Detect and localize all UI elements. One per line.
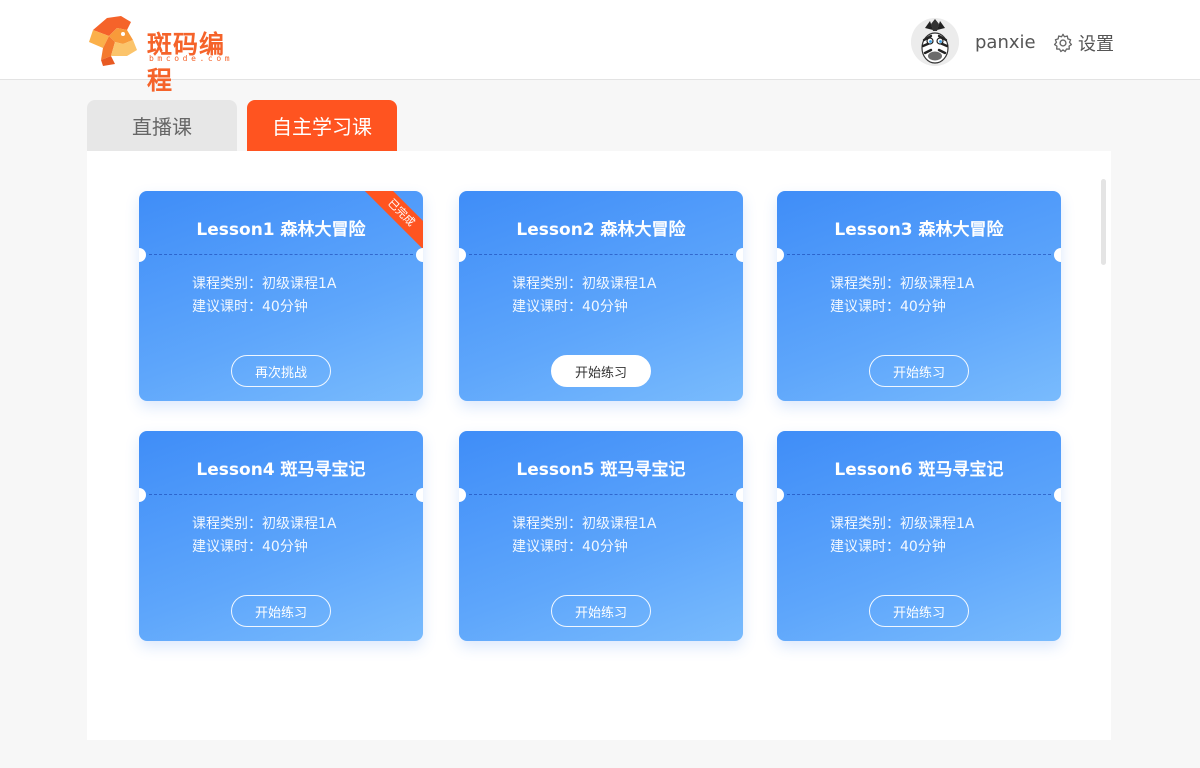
- settings-label: 设置: [1078, 34, 1114, 55]
- brand-logo[interactable]: 斑码编程 bmcode.com: [87, 14, 247, 95]
- zebra-logo-icon: [89, 16, 137, 66]
- lesson-card-5[interactable]: Lesson5 斑马寻宝记 课程类别：初级课程1A 建议课时：40分钟 开始练习: [459, 431, 743, 641]
- start-practice-button[interactable]: 开始练习: [869, 355, 969, 387]
- lesson-duration: 建议课时：40分钟: [512, 299, 628, 315]
- ticket-notch-left: [139, 248, 146, 262]
- ticket-notch-right: [736, 488, 743, 502]
- card-divider: [149, 254, 413, 255]
- lesson-category: 课程类别：初级课程1A: [512, 276, 657, 292]
- lesson-duration: 建议课时：40分钟: [512, 539, 628, 555]
- ticket-notch-left: [459, 488, 466, 502]
- gear-icon: [1053, 33, 1073, 53]
- lesson-category: 课程类别：初级课程1A: [830, 276, 975, 292]
- start-practice-button[interactable]: 开始练习: [551, 595, 651, 627]
- user-avatar[interactable]: [911, 18, 959, 66]
- lesson-title: Lesson1 森林大冒险: [196, 220, 366, 240]
- card-divider: [787, 494, 1051, 495]
- lesson-category: 课程类别：初级课程1A: [830, 516, 975, 532]
- lesson-category: 课程类别：初级课程1A: [192, 276, 337, 292]
- logo-subtext: bmcode.com: [149, 54, 234, 63]
- panel-scrollbar[interactable]: [1101, 179, 1106, 265]
- retry-button[interactable]: 再次挑战: [231, 355, 331, 387]
- lesson-duration: 建议课时：40分钟: [830, 539, 946, 555]
- top-header: 斑码编程 bmcode.com panxie 设置: [0, 0, 1200, 95]
- lesson-duration: 建议课时：40分钟: [192, 539, 308, 555]
- settings-button[interactable]: 设置: [1052, 31, 1114, 55]
- lesson-card-2[interactable]: Lesson2 森林大冒险 课程类别：初级课程1A 建议课时：40分钟 开始练习: [459, 191, 743, 401]
- start-practice-button[interactable]: 开始练习: [869, 595, 969, 627]
- lesson-card-3[interactable]: Lesson3 森林大冒险 课程类别：初级课程1A 建议课时：40分钟 开始练习: [777, 191, 1061, 401]
- ticket-notch-left: [777, 248, 784, 262]
- start-practice-button[interactable]: 开始练习: [231, 595, 331, 627]
- ticket-notch-left: [459, 248, 466, 262]
- ticket-notch-left: [139, 488, 146, 502]
- zebra-avatar-icon: [911, 18, 959, 66]
- lesson-title: Lesson5 斑马寻宝记: [516, 460, 686, 480]
- card-divider: [469, 254, 733, 255]
- ticket-notch-right: [416, 488, 423, 502]
- card-divider: [469, 494, 733, 495]
- lesson-card-4[interactable]: Lesson4 斑马寻宝记 课程类别：初级课程1A 建议课时：40分钟 开始练习: [139, 431, 423, 641]
- ticket-notch-right: [416, 248, 423, 262]
- lesson-title: Lesson4 斑马寻宝记: [196, 460, 366, 480]
- start-practice-button[interactable]: 开始练习: [551, 355, 651, 387]
- lesson-category: 课程类别：初级课程1A: [192, 516, 337, 532]
- lesson-category: 课程类别：初级课程1A: [512, 516, 657, 532]
- ticket-notch-right: [736, 248, 743, 262]
- lesson-card-6[interactable]: Lesson6 斑马寻宝记 课程类别：初级课程1A 建议课时：40分钟 开始练习: [777, 431, 1061, 641]
- lesson-title: Lesson6 斑马寻宝记: [834, 460, 1004, 480]
- lesson-card-1[interactable]: Lesson1 森林大冒险 已完成 课程类别：初级课程1A 建议课时：40分钟 …: [139, 191, 423, 401]
- ticket-notch-right: [1054, 248, 1061, 262]
- username-label[interactable]: panxie: [975, 32, 1036, 53]
- ticket-notch-right: [1054, 488, 1061, 502]
- tab-live-class[interactable]: 直播课: [87, 100, 237, 151]
- card-divider: [149, 494, 413, 495]
- ticket-notch-left: [777, 488, 784, 502]
- lesson-duration: 建议课时：40分钟: [192, 299, 308, 315]
- card-divider: [787, 254, 1051, 255]
- lesson-title: Lesson3 森林大冒险: [834, 220, 1004, 240]
- lesson-duration: 建议课时：40分钟: [830, 299, 946, 315]
- lesson-title: Lesson2 森林大冒险: [516, 220, 686, 240]
- tab-self-study[interactable]: 自主学习课: [247, 100, 397, 151]
